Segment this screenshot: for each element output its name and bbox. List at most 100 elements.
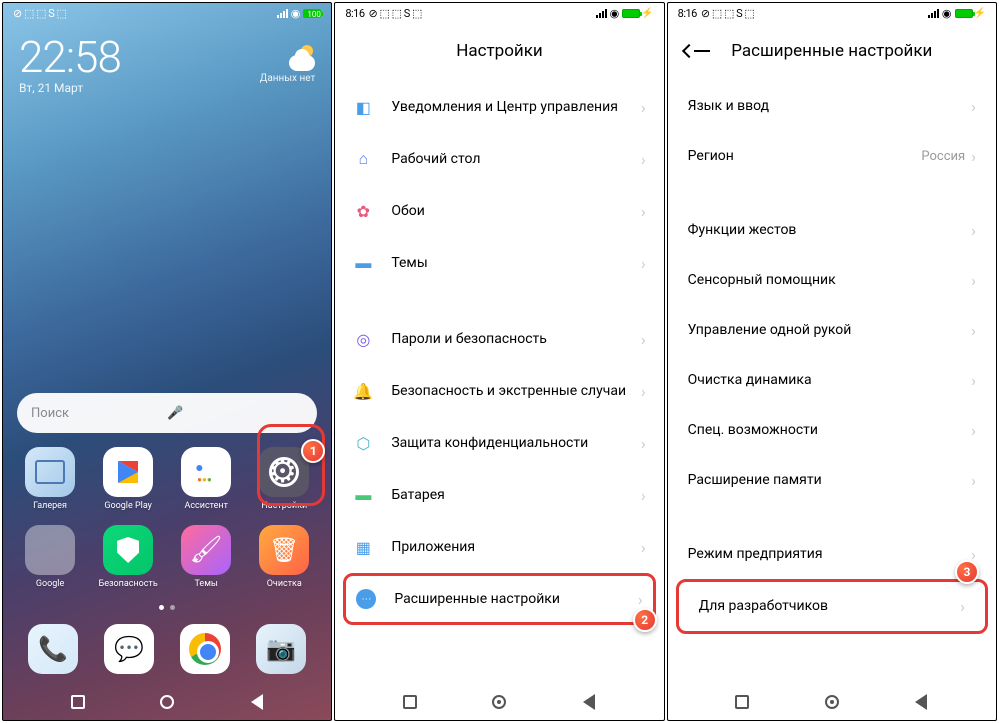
- nav-back[interactable]: [248, 693, 266, 711]
- battery-icon: ▬: [353, 485, 373, 505]
- chevron-icon: ›: [641, 98, 646, 117]
- callout-badge-2: 2: [633, 608, 657, 632]
- chevron-icon: ›: [641, 330, 646, 349]
- nav-bar: [3, 684, 331, 720]
- setting-gestures[interactable]: Функции жестов›: [668, 205, 996, 255]
- nav-home[interactable]: [490, 693, 508, 711]
- battery-icon: ⚡: [622, 8, 653, 19]
- nav-bar: [335, 684, 663, 720]
- signal-icon: [928, 9, 939, 18]
- chevron-icon: ›: [971, 421, 976, 440]
- nav-bar: [668, 684, 996, 720]
- app-security[interactable]: Безопасность: [91, 525, 165, 589]
- app-google-play[interactable]: Google Play: [91, 447, 165, 511]
- status-bar: ⊘ ⬚ ⬚ S ⬚ ◉ 100: [3, 3, 331, 23]
- security-icon: [103, 525, 153, 575]
- setting-privacy[interactable]: ⬡Защита конфиденциальности›: [335, 417, 663, 469]
- callout-badge-1: 1: [301, 439, 325, 463]
- privacy-icon: ⬡: [353, 433, 373, 453]
- setting-advanced[interactable]: ⋯ Расширенные настройки › 2: [343, 573, 655, 625]
- mic-icon[interactable]: 🎤: [167, 406, 303, 421]
- home-icon: ⌂: [353, 149, 373, 169]
- emergency-icon: 🔔: [353, 381, 373, 401]
- signal-icon: [596, 9, 607, 18]
- chevron-icon: ›: [971, 221, 976, 240]
- app-assistant[interactable]: Ассистент: [169, 447, 243, 511]
- setting-wallpaper[interactable]: ✿Обои›: [335, 185, 663, 237]
- setting-battery[interactable]: ▬Батарея›: [335, 469, 663, 521]
- setting-emergency[interactable]: 🔔Безопасность и экстренные случаи›: [335, 365, 663, 417]
- lock-icon: ◎: [353, 329, 373, 349]
- wifi-icon: ◉: [610, 7, 620, 20]
- nav-home[interactable]: [158, 693, 176, 711]
- chevron-icon: ›: [641, 538, 646, 557]
- screen-title: Расширенные настройки: [668, 23, 996, 81]
- setting-home[interactable]: ⌂Рабочий стол›: [335, 133, 663, 185]
- dock: 📞 💬 📷: [3, 618, 331, 684]
- nav-recents[interactable]: [69, 693, 87, 711]
- settings-screen: 8:16 ⊘ ⬚ ⬚ S ⬚ ◉ ⚡ Настройки ◧Уведомлени…: [334, 2, 664, 721]
- advanced-settings-screen: 8:16 ⊘ ⬚ ⬚ S ⬚ ◉ ⚡ Расширенные настройки…: [667, 2, 997, 721]
- dock-chrome[interactable]: [180, 624, 230, 674]
- setting-region[interactable]: РегионРоссия›: [668, 131, 996, 181]
- callout-badge-3: 3: [955, 560, 979, 584]
- app-cleaner[interactable]: 🗑 Очистка: [247, 525, 321, 589]
- app-themes[interactable]: 🖌 Темы: [169, 525, 243, 589]
- search-placeholder: Поиск: [31, 406, 167, 421]
- advanced-icon: ⋯: [356, 589, 376, 609]
- setting-speaker-clean[interactable]: Очистка динамика›: [668, 355, 996, 405]
- setting-touch-assistant[interactable]: Сенсорный помощник›: [668, 255, 996, 305]
- date: Вт, 21 Март: [19, 81, 121, 95]
- chevron-icon: ›: [971, 271, 976, 290]
- setting-memory-extension[interactable]: Расширение памяти›: [668, 455, 996, 505]
- dock-messages[interactable]: 💬: [104, 624, 154, 674]
- chevron-icon: ›: [641, 254, 646, 273]
- chevron-icon: ›: [971, 97, 976, 116]
- back-button[interactable]: [684, 43, 704, 59]
- nav-recents[interactable]: [401, 693, 419, 711]
- setting-language[interactable]: Язык и ввод›: [668, 81, 996, 131]
- nav-home[interactable]: [823, 693, 841, 711]
- dock-camera[interactable]: 📷: [256, 624, 306, 674]
- apps-icon: ▦: [353, 537, 373, 557]
- nav-recents[interactable]: [733, 693, 751, 711]
- app-google-folder[interactable]: Google: [13, 525, 87, 589]
- setting-onehand[interactable]: Управление одной рукой›: [668, 305, 996, 355]
- setting-apps[interactable]: ▦Приложения›: [335, 521, 663, 573]
- app-settings[interactable]: 1 Настройки: [247, 447, 321, 511]
- search-bar[interactable]: Поиск 🎤: [17, 393, 317, 433]
- status-icons: ⊘ ⬚ ⬚ S ⬚: [13, 7, 66, 20]
- nav-back[interactable]: [580, 693, 598, 711]
- chevron-icon: ›: [638, 590, 643, 609]
- notification-icon: ◧: [353, 97, 373, 117]
- theme-icon: ▬: [353, 253, 373, 273]
- weather-icon: [283, 43, 315, 71]
- nav-back[interactable]: [912, 693, 930, 711]
- cleaner-icon: 🗑: [259, 525, 309, 575]
- clock: 22:58: [19, 35, 121, 79]
- dock-phone[interactable]: 📞: [28, 624, 78, 674]
- setting-developer[interactable]: Для разработчиков › 3: [676, 579, 988, 634]
- assistant-icon: [181, 447, 231, 497]
- folder-icon: [25, 525, 75, 575]
- setting-notifications[interactable]: ◧Уведомления и Центр управления›: [335, 81, 663, 133]
- wifi-icon: ◉: [291, 7, 301, 20]
- setting-passwords[interactable]: ◎Пароли и безопасность›: [335, 313, 663, 365]
- screen-title: Настройки: [335, 23, 663, 81]
- status-right: ◉ 100: [277, 7, 322, 20]
- chevron-icon: ›: [641, 150, 646, 169]
- home-screen: ⊘ ⬚ ⬚ S ⬚ ◉ 100 22:58 Вт, 21 Март Данных…: [2, 2, 332, 721]
- setting-accessibility[interactable]: Спец. возможности›: [668, 405, 996, 455]
- chevron-icon: ›: [971, 371, 976, 390]
- themes-icon: 🖌: [181, 525, 231, 575]
- chevron-icon: ›: [641, 202, 646, 221]
- status-bar: 8:16 ⊘ ⬚ ⬚ S ⬚ ◉ ⚡: [335, 3, 663, 23]
- status-bar: 8:16 ⊘ ⬚ ⬚ S ⬚ ◉ ⚡: [668, 3, 996, 23]
- chevron-icon: ›: [971, 471, 976, 490]
- wifi-icon: ◉: [942, 7, 952, 20]
- page-indicator: [3, 589, 331, 618]
- app-gallery[interactable]: Галерея: [13, 447, 87, 511]
- setting-themes[interactable]: ▬Темы›: [335, 237, 663, 289]
- weather-widget[interactable]: Данных нет: [260, 43, 316, 84]
- setting-enterprise[interactable]: Режим предприятия›: [668, 529, 996, 579]
